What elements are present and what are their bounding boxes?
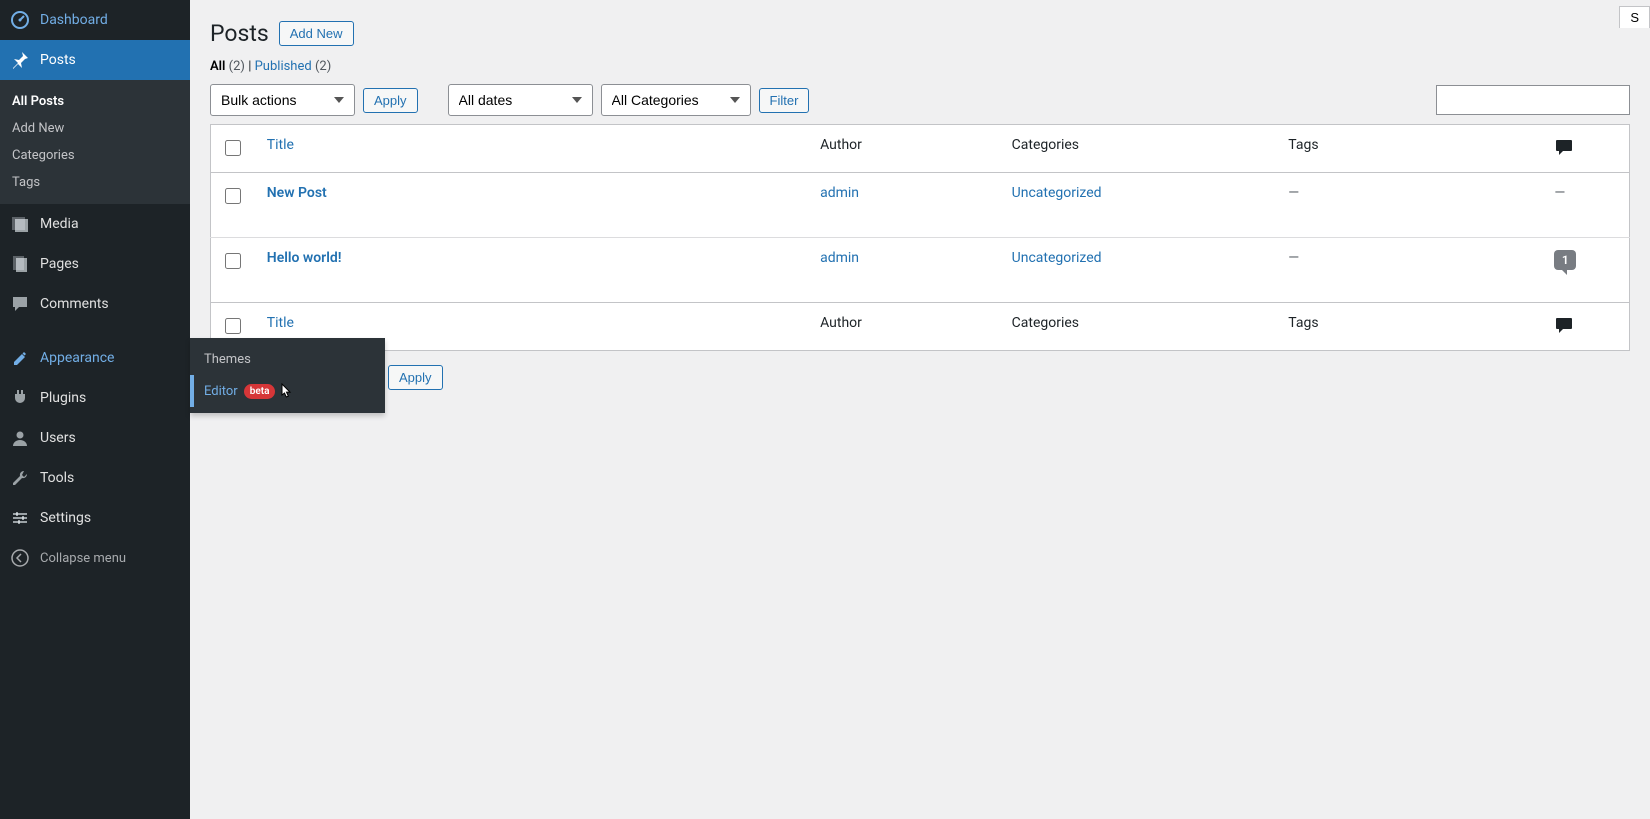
comments-icon [10,294,30,314]
view-published-count: (2) [315,59,331,74]
collapse-icon [10,548,30,568]
main-content: S Posts Add New All (2) | Published (2) … [190,0,1650,819]
collapse-label: Collapse menu [40,551,126,566]
post-category-link[interactable]: Uncategorized [1012,185,1102,201]
post-category-link[interactable]: Uncategorized [1012,250,1102,266]
media-icon [10,214,30,234]
comments-col-icon-bottom[interactable] [1554,315,1574,335]
comments-col-icon[interactable] [1554,137,1574,157]
tools-icon [10,468,30,488]
post-comments-count[interactable]: 1 [1554,250,1576,270]
col-title-sort-bottom[interactable]: Title [267,315,294,331]
col-categories-bottom: Categories [1002,303,1279,351]
col-categories: Categories [1002,125,1279,173]
menu-settings[interactable]: Settings [0,498,190,538]
table-row: New Post admin Uncategorized — — [211,173,1630,238]
appearance-icon [10,348,30,368]
cursor-icon [277,383,293,399]
flyout-editor-label: Editor [204,384,238,399]
menu-users[interactable]: Users [0,418,190,458]
col-tags-bottom: Tags [1278,303,1544,351]
menu-plugins-label: Plugins [40,390,86,406]
flyout-themes[interactable]: Themes [190,344,385,375]
menu-tools[interactable]: Tools [0,458,190,498]
menu-posts[interactable]: Posts [0,40,190,80]
flyout-appearance: Themes Editor beta [190,338,385,413]
post-author-link[interactable]: admin [820,250,859,266]
menu-media[interactable]: Media [0,204,190,244]
post-title-link[interactable]: Hello world! [267,250,342,266]
select-all-top[interactable] [225,140,241,156]
post-tags: — [1288,185,1299,201]
row-checkbox[interactable] [225,188,241,204]
settings-icon [10,508,30,528]
menu-users-label: Users [40,430,76,446]
menu-comments[interactable]: Comments [0,284,190,324]
menu-dashboard[interactable]: Dashboard [0,0,190,40]
collapse-menu[interactable]: Collapse menu [0,538,190,578]
menu-comments-label: Comments [40,296,109,312]
submenu-all-posts[interactable]: All Posts [0,88,190,115]
add-new-button[interactable]: Add New [279,21,354,46]
category-filter-select[interactable]: All Categories [601,84,751,116]
post-comments-none: — [1554,185,1565,201]
menu-appearance[interactable]: Appearance Themes Editor beta [0,338,190,378]
beta-badge: beta [244,384,276,399]
menu-settings-label: Settings [40,510,91,526]
view-published[interactable]: Published [255,59,312,74]
submenu-tags[interactable]: Tags [0,169,190,196]
screen-options-button[interactable]: S [1619,6,1650,28]
menu-tools-label: Tools [40,470,74,486]
apply-bulk-button-bottom[interactable]: Apply [388,365,443,390]
submenu-add-new[interactable]: Add New [0,115,190,142]
menu-media-label: Media [40,216,79,232]
view-all-count: (2) [229,59,245,74]
table-row: Hello world! admin Uncategorized — 1 [211,238,1630,303]
flyout-editor[interactable]: Editor beta [190,375,385,407]
bulk-actions-select[interactable]: Bulk actions [210,84,355,116]
menu-plugins[interactable]: Plugins [0,378,190,418]
col-author: Author [810,125,1002,173]
menu-posts-label: Posts [40,52,76,68]
menu-pages[interactable]: Pages [0,244,190,284]
status-filter-links: All (2) | Published (2) [210,59,1630,74]
select-all-bottom[interactable] [225,318,241,334]
dashboard-icon [10,10,30,30]
page-title: Posts [210,20,269,47]
post-tags: — [1288,250,1299,266]
submenu-categories[interactable]: Categories [0,142,190,169]
post-title-link[interactable]: New Post [267,185,327,201]
row-checkbox[interactable] [225,253,241,269]
menu-appearance-label: Appearance [40,350,114,366]
search-input[interactable] [1436,85,1630,115]
col-title-sort[interactable]: Title [267,137,294,153]
admin-sidebar: Dashboard Posts All Posts Add New Catego… [0,0,190,819]
col-tags: Tags [1278,125,1544,173]
posts-table: Title Author Categories Tags New Post ad… [210,124,1630,351]
view-all[interactable]: All [210,59,225,74]
menu-dashboard-label: Dashboard [40,12,108,28]
date-filter-select[interactable]: All dates [448,84,593,116]
pin-icon [10,50,30,70]
submenu-posts: All Posts Add New Categories Tags [0,80,190,204]
plugins-icon [10,388,30,408]
menu-pages-label: Pages [40,256,79,272]
col-author-bottom: Author [810,303,1002,351]
filter-button[interactable]: Filter [759,88,810,113]
pages-icon [10,254,30,274]
post-author-link[interactable]: admin [820,185,859,201]
apply-bulk-button[interactable]: Apply [363,88,418,113]
users-icon [10,428,30,448]
